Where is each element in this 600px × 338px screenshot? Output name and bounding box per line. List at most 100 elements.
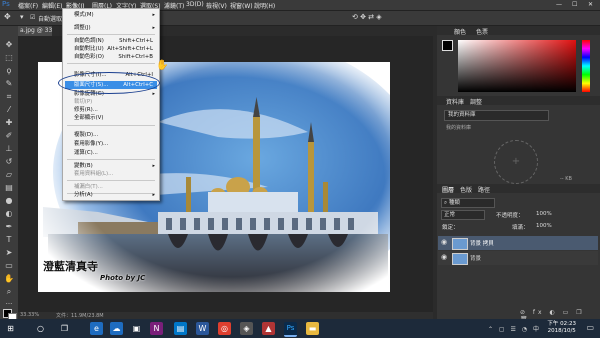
onenote-icon[interactable]: N (150, 322, 163, 335)
search-icon[interactable]: ○ (34, 322, 47, 335)
path-select-icon[interactable]: ➤ (4, 248, 14, 258)
tab-paths[interactable]: 路徑 (478, 185, 490, 194)
library-subtext: 我的資料庫 (446, 125, 472, 131)
windows-start-icon[interactable]: ⊞ (4, 322, 17, 335)
maximize-button[interactable]: ☐ (572, 1, 577, 8)
chrome-icon[interactable]: ◎ (218, 322, 231, 335)
shape-tool-icon[interactable]: ▭ (4, 261, 14, 271)
menu-item-auto-color[interactable]: 自動色彩(O) Shift+Ctrl+B (65, 53, 157, 61)
menu-item-analysis[interactable]: 分析(A) ▸ (65, 191, 157, 199)
menu-window[interactable]: 視窗(W) (230, 1, 253, 10)
zoom-tool-icon[interactable]: ⌕ (4, 287, 14, 297)
menu-item-adjustments[interactable]: 調整(J) ▸ (65, 24, 157, 32)
minimize-button[interactable]: — (556, 1, 562, 8)
kb-label: -- KB (560, 176, 572, 182)
blur-tool-icon[interactable]: ● (4, 196, 14, 206)
app-red-icon[interactable]: ▲ (262, 322, 275, 335)
close-button[interactable]: ✕ (588, 1, 593, 8)
auto-select-checkbox[interactable]: ☑ (30, 14, 35, 21)
app-icon[interactable]: ◈ (240, 322, 253, 335)
word-icon[interactable]: W (196, 322, 209, 335)
dropdown-chevron-icon[interactable]: ▾ (20, 13, 24, 21)
gradient-tool-icon[interactable]: ▤ (4, 183, 14, 193)
tab-adjustments[interactable]: 調整 (470, 97, 482, 106)
marquee-tool-icon[interactable]: ⬚ (4, 53, 14, 63)
crop-tool-icon[interactable]: ⌗ (4, 92, 14, 102)
layer-row[interactable]: ◉ 背景 拷貝 (438, 236, 598, 250)
menu-help[interactable]: 說明(H) (254, 1, 275, 10)
type-tool-icon[interactable]: T (4, 235, 14, 245)
layer-kind-filter[interactable]: ⌕ 種類 (441, 198, 495, 208)
menu-item-calculations[interactable]: 運算(C)... (65, 149, 157, 157)
brush-tool-icon[interactable]: ✐ (4, 131, 14, 141)
lasso-tool-icon[interactable]: ϙ (4, 66, 14, 76)
outlook-icon[interactable]: ▤ (174, 322, 187, 335)
clock[interactable]: 下午 02:23 2018/10/5 (547, 321, 576, 335)
tab-libraries[interactable]: 資料庫 (446, 97, 464, 106)
history-brush-icon[interactable]: ↺ (4, 157, 14, 167)
menu-item-auto-tone[interactable]: 自動色調(N) Shift+Ctrl+L (65, 37, 157, 45)
store-icon[interactable]: ▣ (130, 322, 143, 335)
blend-mode-select[interactable]: 正常 (441, 210, 485, 220)
fill-value[interactable]: 100% (536, 223, 552, 229)
color-spectrum-field[interactable] (458, 40, 576, 92)
visibility-eye-icon[interactable]: ◉ (441, 238, 447, 246)
document-tab[interactable]: a.jpg @ 33.3% ( (18, 26, 52, 36)
layer-kind-value: 種類 (448, 200, 460, 206)
menu-separator (67, 63, 155, 64)
tab-color[interactable]: 顏色 (454, 27, 466, 36)
task-view-icon[interactable]: ❐ (58, 322, 71, 335)
annotation-circle (58, 72, 160, 94)
menu-item-duplicate[interactable]: 複製(D)... (65, 131, 157, 139)
menu-item-trap[interactable]: 補漏白(T)... (65, 183, 157, 191)
zoom-level[interactable]: 33.33% (20, 312, 39, 318)
hue-slider[interactable] (582, 40, 590, 92)
move-tool-icon[interactable]: ✥ (4, 12, 11, 21)
menu-item-mode[interactable]: 模式(M) ▸ (65, 11, 157, 19)
menu-item-crop[interactable]: 裁切(P) (65, 98, 157, 106)
menu-item-apply-image[interactable]: 套用影像(Y)... (65, 140, 157, 148)
layer-row[interactable]: ◉ 背景 (438, 251, 598, 265)
menu-item-trim[interactable]: 修剪(R)... (65, 106, 157, 114)
menu-item-reveal-all[interactable]: 全部顯示(V) (65, 114, 157, 122)
photoshop-taskbar-icon[interactable]: Ps (284, 322, 297, 337)
menu-filter[interactable]: 濾鏡(T) (164, 1, 184, 10)
clone-stamp-icon[interactable]: ⊥ (4, 144, 14, 154)
menu-item-apply-data-set[interactable]: 套用資料組(L)... (65, 170, 157, 178)
dodge-tool-icon[interactable]: ◐ (4, 209, 14, 219)
healing-brush-icon[interactable]: ✚ (4, 118, 14, 128)
notification-icon[interactable]: ▭ (586, 323, 594, 332)
eraser-tool-icon[interactable]: ▱ (4, 170, 14, 180)
menu-file[interactable]: 檔案(F) (18, 1, 38, 10)
tab-layers[interactable]: 圖層 (442, 185, 454, 194)
onedrive-icon[interactable]: ☁ (110, 322, 123, 335)
clock-time: 下午 02:23 (547, 321, 576, 327)
layer-thumbnail (452, 238, 468, 250)
tab-swatches[interactable]: 色票 (476, 27, 488, 36)
opacity-value[interactable]: 100% (536, 211, 552, 217)
tab-channels[interactable]: 色版 (460, 185, 472, 194)
fg-bg-swatch-small[interactable] (442, 40, 453, 51)
edge-icon[interactable]: e (90, 322, 103, 335)
layer-thumbnail (452, 253, 468, 265)
photoshop-logo-icon[interactable]: Ps (2, 0, 10, 8)
system-tray-icons[interactable]: ⌃ ▢ ☰ ◔ 中 (488, 324, 541, 333)
more-tools-icon[interactable]: ··· (4, 299, 14, 309)
visibility-eye-icon[interactable]: ◉ (441, 253, 447, 261)
menu-item-auto-contrast[interactable]: 自動對比(U) Alt+Shift+Ctrl+L (65, 45, 157, 53)
hand-tool-icon[interactable]: ✋ (4, 274, 14, 284)
menu-item-variables[interactable]: 變數(B) ▸ (65, 162, 157, 170)
watermark-title: 澄藍清真寺 (43, 260, 98, 273)
menu-separator (67, 159, 155, 160)
menu-separator (67, 180, 155, 181)
library-select[interactable]: 我的資料庫 (444, 110, 549, 121)
eyedropper-icon[interactable]: ⁄ (4, 105, 14, 115)
quick-select-icon[interactable]: ✎ (4, 79, 14, 89)
menu-view[interactable]: 檢視(V) (206, 1, 227, 10)
move-tool-icon[interactable]: ✥ (4, 40, 14, 50)
3d-mode-icon[interactable]: ⟲ ✥ ⇄ ◈ (352, 13, 382, 21)
menu-3d[interactable]: 3D(D) (186, 1, 204, 8)
file-explorer-icon[interactable]: ▬ (306, 322, 319, 335)
menu-edit[interactable]: 編輯(E) (42, 1, 62, 10)
pen-tool-icon[interactable]: ✒ (4, 222, 14, 232)
